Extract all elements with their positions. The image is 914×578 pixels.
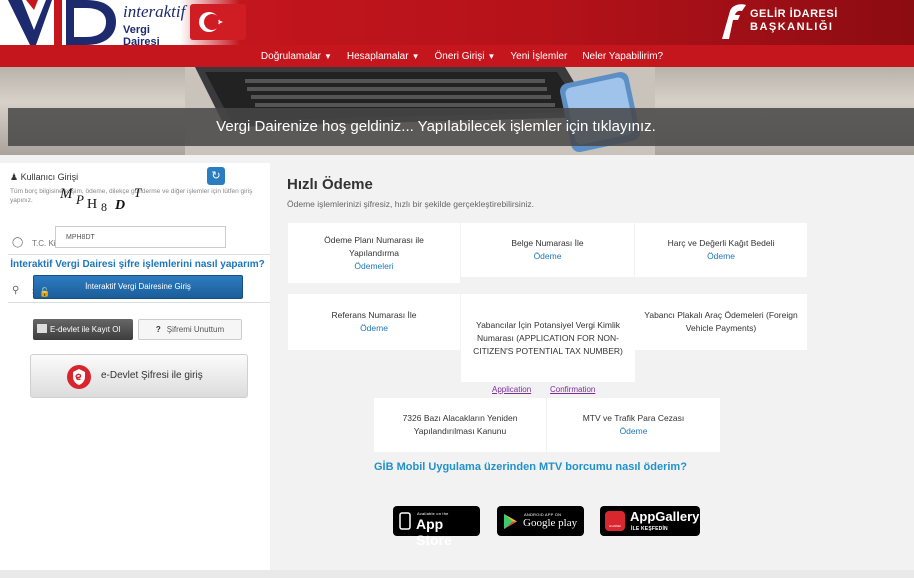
chevron-down-icon: ▼ [411,51,420,61]
password-help-link[interactable]: İnteraktif Vergi Dairesi şifre işlemleri… [0,259,275,270]
appgallery-badge[interactable]: HUAWEI AppGallery İLE KEŞFEDİN [600,506,700,536]
main-nav: Doğrulamalar ▼ Hesaplamalar ▼ Öneri Girişi… [0,45,914,67]
tile-foreign-vehicle[interactable]: Yabancı Plakalı Araç Ödemeleri (Foreign … [635,294,807,350]
nav-item-yeni-islemler[interactable]: Yeni İşlemler [510,51,567,62]
user-outline-icon: ◯ [12,237,24,248]
quick-payment-subtitle: Ödeme işlemlerinizi şifresiz, hızlı bir … [287,199,535,209]
svg-text:H: H [87,197,98,212]
svg-text:T: T [134,185,142,200]
captcha-image: M P H 8 D T [60,185,142,212]
tile-payment-plan[interactable]: Ödeme Planı Numarası ile Yapılandırma Öd… [288,223,460,283]
forgot-password-button[interactable]: ? Şifremi Unuttum [138,319,242,340]
nav-item-hesaplamalar[interactable]: Hesaplamalar ▼ [347,51,420,62]
key-icon: ⚲ [12,285,20,296]
ivd-logo[interactable]: interaktif Vergi Dairesi [8,0,186,48]
tile-title: Yabancı Plakalı Araç Ödemeleri (Foreign … [644,310,798,333]
svg-text:8: 8 [101,200,108,212]
captcha-input[interactable] [55,226,226,248]
phone-icon [399,512,411,530]
tile-title: Referans Numarası İle [331,310,417,320]
quick-payment-title: Hızlı Ödeme [287,176,373,193]
ivd-login-button[interactable]: 🔓 İnteraktif Vergi Dairesine Giriş [33,275,243,299]
tile-fee-valuable-paper[interactable]: Harç ve Değerli Kağıt Bedeli Ödeme [635,223,807,277]
captcha-refresh-button[interactable]: ↻ [207,167,225,185]
tile-title: Yabancılar İçin Potansiyel Vergi Kimlik … [473,319,623,356]
tile-title: Belge Numarası İle [511,238,584,248]
tile-title: Harç ve Değerli Kağıt Bedeli [667,238,775,248]
nav-item-dogrulamalar[interactable]: Doğrulamalar ▼ [261,51,332,62]
app-store-badge[interactable]: Available on the App Store [393,506,480,548]
tile-link[interactable]: Ödeme [534,250,562,263]
tile-reference-number[interactable]: Referans Numarası İle Ödeme [288,294,460,350]
svg-text:P: P [75,192,85,207]
application-link[interactable]: Application [492,385,531,394]
tile-link[interactable]: Ödeme [360,322,388,335]
chevron-down-icon: ▼ [487,51,496,61]
question-icon: ? [155,325,161,334]
tile-mtv-traffic-fine[interactable]: MTV ve Trafik Para Cezası Ödeme [547,398,720,452]
tile-link[interactable]: Ödeme [620,425,648,438]
edevlet-shield-icon [67,365,91,389]
svg-text:M: M [60,186,74,202]
nav-item-neler-yapabilirim[interactable]: Neler Yapabilirim? [582,51,663,62]
banner-caption-bar[interactable]: Vergi Dairenize hoş geldiniz... Yapılabi… [8,108,914,146]
gib-logo-mark-icon [722,4,746,39]
tile-foreigner-tax-number[interactable]: Yabancılar İçin Potansiyel Vergi Kimlik … [461,294,635,382]
google-play-badge[interactable]: ANDROID APP ON Google play [497,506,584,536]
footer-strip [0,570,914,578]
logo-line1: interaktif [123,2,186,21]
banner-caption: Vergi Dairenize hoş geldiniz... Yapılabi… [216,118,656,135]
gib-logo[interactable]: GELİR İDARESİ BAŞKANLIĞI [718,3,908,43]
tile-link[interactable]: Ödemeleri [354,260,393,273]
tile-link[interactable]: Ödeme [707,250,735,263]
user-icon: ♟ [10,172,19,182]
tile-document-number[interactable]: Belge Numarası İle Ödeme [461,223,634,277]
tile-title: Ödeme Planı Numarası ile Yapılandırma [324,234,424,258]
lock-icon: 🔓 [39,287,51,297]
tile-title: 7326 Bazı Alacakların Yeniden Yapılandır… [402,413,518,436]
edevlet-register-button[interactable]: E-devlet ile Kayıt Ol [33,319,133,340]
google-play-icon [504,514,517,529]
svg-text:D: D [114,198,126,212]
tile-law-7326[interactable]: 7326 Bazı Alacakların Yeniden Yapılandır… [374,398,546,452]
mtv-mobile-help-link[interactable]: GİB Mobil Uygulama üzerinden MTV borcumu… [374,461,687,473]
gib-line1: GELİR İDARESİ [750,8,838,20]
nav-item-oneri-girisi[interactable]: Öneri Girişi ▼ [434,51,495,62]
refresh-icon: ↻ [211,170,221,182]
ivd-logo-mark-icon [8,0,116,45]
turkish-flag-icon [190,4,246,40]
chevron-down-icon: ▼ [323,51,332,61]
site-header: interaktif Vergi Dairesi GELİR İDARESİ B… [0,0,914,48]
edevlet-login-button[interactable]: e-Devlet Şifresi ile giriş [30,354,248,398]
huawei-logo-icon: HUAWEI [605,511,625,531]
id-card-icon [37,324,47,333]
tile-title: MTV ve Trafik Para Cezası [582,413,685,423]
confirmation-link[interactable]: Confirmation [550,385,595,394]
gib-line2: BAŞKANLIĞI [750,21,834,33]
edevlet-login-label: e-Devlet Şifresi ile giriş [101,370,203,381]
